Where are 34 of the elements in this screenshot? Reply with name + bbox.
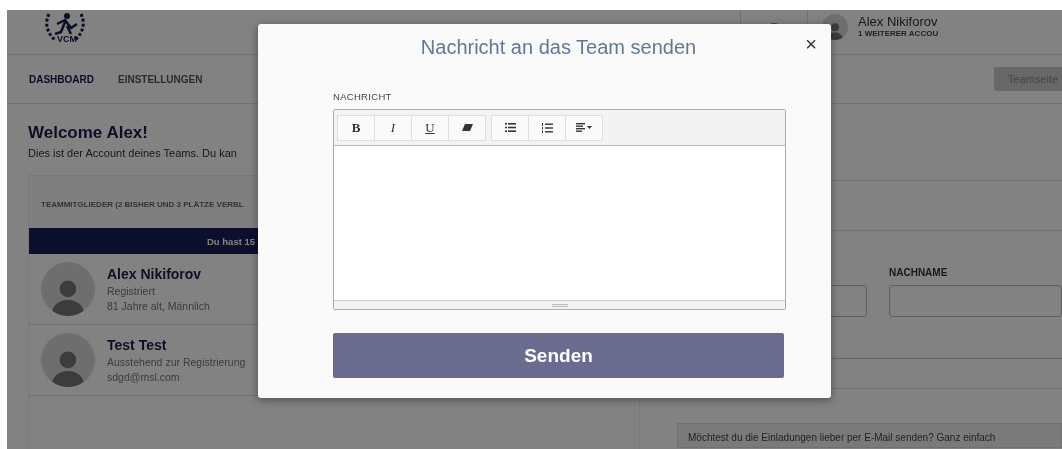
member-name: Alex Nikiforov	[107, 266, 203, 282]
bullet-list-icon	[504, 123, 516, 132]
member-name: Test Test	[107, 337, 168, 353]
member-detail: 81 Jahre alt, Männlich	[107, 300, 210, 312]
align-button[interactable]	[565, 114, 603, 141]
numbered-list-button[interactable]	[528, 114, 566, 141]
message-label: NACHRICHT	[333, 91, 393, 102]
field-label: NACHNAME	[889, 267, 949, 278]
credit-text: Du hast 15	[207, 235, 256, 247]
last-name-field[interactable]	[889, 285, 1062, 317]
bold-button[interactable]: B	[337, 114, 375, 141]
email-invite-hint: Möchtest du die Einladungen lieber per E-Mail senden? Ganz einfach	[677, 423, 1062, 448]
member-detail: Registriert	[107, 285, 156, 297]
underline-button[interactable]: U	[411, 114, 449, 141]
italic-button[interactable]: I	[374, 114, 412, 141]
dialog-title: Nachricht an das Team senden	[419, 36, 698, 59]
member-detail: sdgd@msl.com	[107, 371, 181, 383]
eraser-icon	[461, 124, 473, 131]
members-heading: TEAMMITGLIEDER (2 BISHER UND 3 PLÄTZE VERBL	[41, 200, 244, 209]
user-name: Alex Nikiforov	[858, 14, 939, 29]
close-button[interactable]: ×	[799, 32, 823, 57]
nav-tab[interactable]: DASHBOARD	[29, 73, 94, 85]
numbered-list-icon	[541, 122, 553, 133]
logo-text: VCM	[57, 34, 77, 44]
eraser-button[interactable]	[448, 114, 486, 141]
welcome-text: Dies ist der Account deines Teams. Du kan	[28, 147, 237, 159]
align-dropdown-icon	[576, 123, 592, 132]
member-detail: Ausstehend zur Registrierung	[107, 356, 246, 368]
nav-tab[interactable]: EINSTELLUNGEN	[118, 73, 203, 85]
welcome-title: Welcome Alex!	[28, 123, 148, 143]
resize-grip-icon	[551, 303, 568, 307]
send-button[interactable]: Senden	[333, 333, 784, 378]
bullet-list-button[interactable]	[491, 114, 529, 141]
account-count: 1 WEITERER ACCOU	[858, 29, 939, 38]
